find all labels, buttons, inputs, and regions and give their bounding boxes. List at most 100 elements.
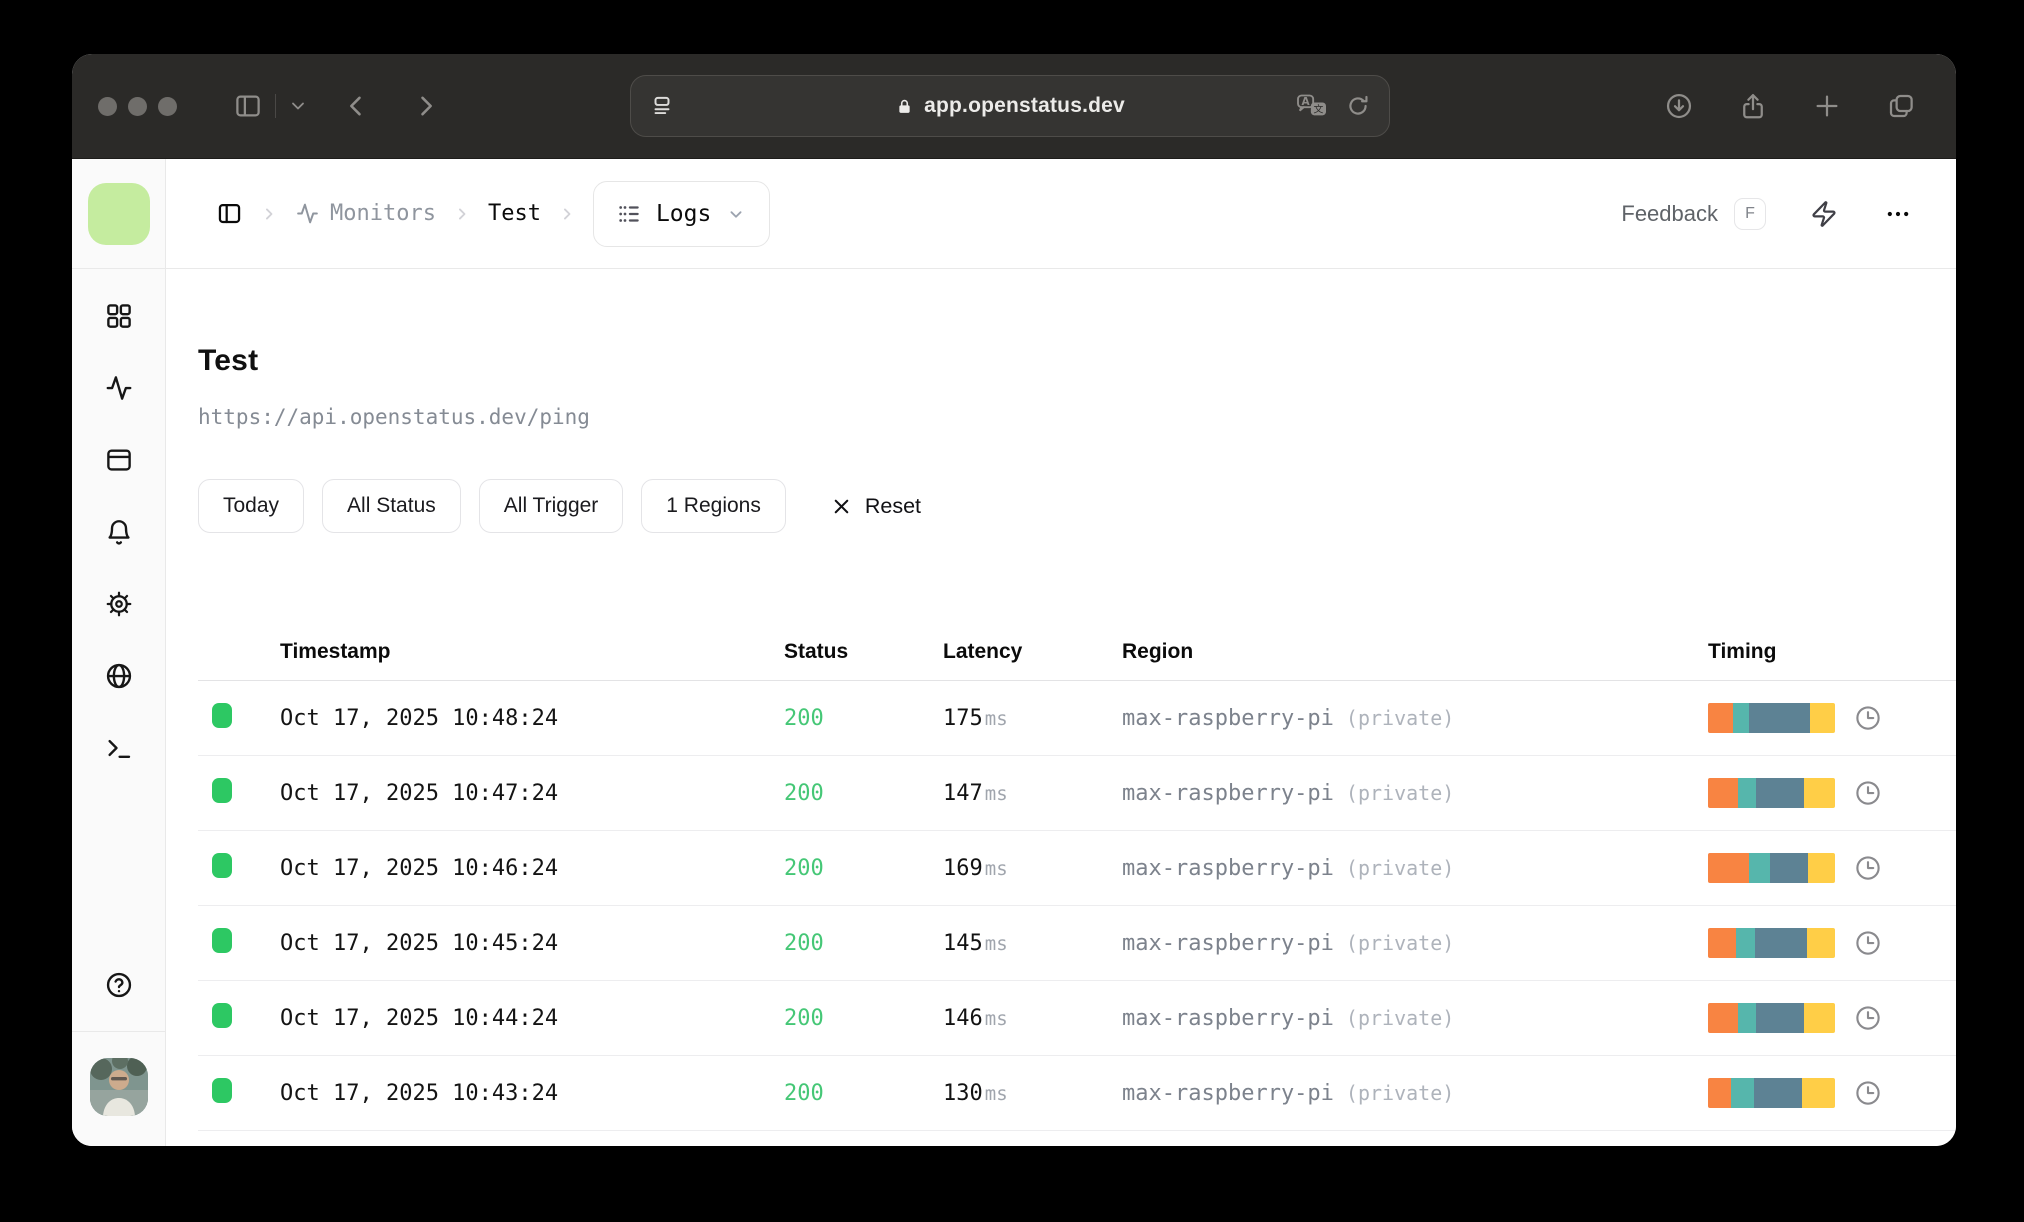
feedback-button[interactable]: Feedback F bbox=[1621, 197, 1766, 230]
col-status: Status bbox=[784, 640, 849, 663]
reload-icon[interactable] bbox=[1345, 93, 1371, 119]
traffic-lights bbox=[98, 96, 177, 116]
app-sidebar-toggle-icon[interactable] bbox=[216, 200, 243, 227]
grid-icon bbox=[106, 304, 131, 328]
sidebar-toggle-icon[interactable] bbox=[233, 91, 263, 121]
filter-button[interactable]: All Status bbox=[322, 479, 461, 533]
row-timestamp: Oct 17, 2025 10:45:24 bbox=[280, 930, 559, 956]
table-row[interactable]: Oct 17, 2025 10:46:24 200 169 ms max-rasp… bbox=[198, 831, 1956, 906]
clock-button[interactable] bbox=[1853, 853, 1883, 883]
sidebar-item-dashboard[interactable] bbox=[99, 296, 139, 336]
share-icon[interactable] bbox=[1738, 91, 1768, 121]
breadcrumb-test-label: Test bbox=[487, 201, 541, 226]
clock-button[interactable] bbox=[1853, 703, 1883, 733]
status-dot bbox=[212, 1003, 232, 1028]
row-status: 200 bbox=[784, 705, 824, 731]
table-row[interactable]: Oct 17, 2025 10:48:24 200 175 ms max-rasp… bbox=[198, 681, 1956, 756]
table-row[interactable]: Oct 17, 2025 10:45:24 200 145 ms max-rasp… bbox=[198, 906, 1956, 981]
ellipsis-icon bbox=[1887, 211, 1909, 216]
breadcrumb-monitors[interactable]: Monitors bbox=[295, 201, 436, 226]
status-dot bbox=[212, 853, 232, 878]
browser-toolbar: app.openstatus.dev A 文 bbox=[72, 54, 1956, 159]
tab-overview-icon[interactable] bbox=[1886, 91, 1916, 121]
sidebar-item-global[interactable] bbox=[99, 656, 139, 696]
row-latency: 146 bbox=[943, 1005, 983, 1031]
page-content: Test https://api.openstatus.dev/ping Tod… bbox=[166, 269, 1956, 1146]
activity-icon bbox=[297, 203, 318, 224]
row-status: 200 bbox=[784, 1080, 824, 1106]
back-icon[interactable] bbox=[342, 92, 370, 120]
download-icon[interactable] bbox=[1664, 91, 1694, 121]
row-latency: 145 bbox=[943, 930, 983, 956]
logs-page-select[interactable]: Logs bbox=[592, 180, 771, 247]
forward-icon[interactable] bbox=[412, 92, 440, 120]
col-timing: Timing bbox=[1708, 640, 1777, 663]
row-latency-unit: ms bbox=[984, 857, 1008, 880]
timing-bar bbox=[1708, 1078, 1835, 1108]
zoom-button[interactable] bbox=[158, 96, 177, 116]
minimize-button[interactable] bbox=[128, 96, 147, 116]
new-tab-icon[interactable] bbox=[1812, 91, 1842, 121]
row-latency: 147 bbox=[943, 780, 983, 806]
logs-label: Logs bbox=[655, 200, 712, 227]
timing-bar bbox=[1708, 853, 1835, 883]
clock-button[interactable] bbox=[1853, 778, 1883, 808]
row-status: 200 bbox=[784, 930, 824, 956]
row-region: max-raspberry-pi bbox=[1122, 1005, 1334, 1031]
clock-icon bbox=[1856, 856, 1880, 880]
row-timestamp: Oct 17, 2025 10:47:24 bbox=[280, 780, 559, 806]
terminal-icon bbox=[107, 739, 130, 758]
clock-button[interactable] bbox=[1853, 928, 1883, 958]
col-latency: Latency bbox=[943, 640, 1023, 663]
zap-button[interactable] bbox=[1810, 200, 1838, 228]
sidebar-item-notifications[interactable] bbox=[99, 512, 139, 552]
reset-label: Reset bbox=[864, 493, 922, 518]
filter-button[interactable]: All Trigger bbox=[478, 479, 624, 533]
timing-bar bbox=[1708, 778, 1835, 808]
lock-icon bbox=[899, 99, 910, 113]
bell-icon bbox=[107, 520, 130, 545]
table-row[interactable]: Oct 17, 2025 10:43:24 200 130 ms max-rasp… bbox=[198, 1056, 1956, 1131]
row-region: max-raspberry-pi bbox=[1122, 780, 1334, 806]
app-header: Monitors Test Logs Feedback F bbox=[166, 159, 1956, 269]
sidebar-item-settings[interactable] bbox=[99, 584, 139, 624]
close-button[interactable] bbox=[98, 96, 117, 116]
col-timestamp: Timestamp bbox=[280, 640, 391, 663]
clock-icon bbox=[1856, 706, 1880, 730]
filter-button[interactable]: 1 Regions bbox=[641, 479, 786, 533]
more-menu-button[interactable] bbox=[1884, 200, 1912, 228]
feedback-kbd-badge: F bbox=[1734, 197, 1766, 230]
filter-button[interactable]: Today bbox=[198, 479, 305, 533]
monitor-endpoint: https://api.openstatus.dev/ping bbox=[198, 405, 590, 429]
user-avatar[interactable] bbox=[89, 1058, 148, 1116]
page-title: Test bbox=[198, 344, 259, 377]
breadcrumb-test[interactable]: Test bbox=[488, 201, 541, 226]
timing-bar bbox=[1708, 703, 1835, 733]
address-bar[interactable]: app.openstatus.dev A 文 bbox=[630, 75, 1390, 137]
breadcrumb-monitors-label: Monitors bbox=[330, 201, 436, 226]
sidebar-item-monitors[interactable] bbox=[99, 368, 139, 408]
clock-button[interactable] bbox=[1853, 1003, 1883, 1033]
clock-button[interactable] bbox=[1853, 1078, 1883, 1108]
help-button[interactable] bbox=[99, 965, 139, 1005]
sidebar-item-status-pages[interactable] bbox=[99, 440, 139, 480]
user-photo bbox=[89, 1058, 148, 1116]
row-status: 200 bbox=[784, 1005, 824, 1031]
translate-icon[interactable]: A 文 bbox=[1295, 92, 1329, 120]
chevron-down-icon bbox=[730, 210, 742, 218]
reader-icon[interactable] bbox=[649, 93, 675, 119]
filter-bar: Today All Status All Trigger 1 Regions Rese… bbox=[198, 479, 1956, 533]
reset-filters-button[interactable]: Reset bbox=[824, 493, 927, 520]
sidebar-chevron-icon[interactable] bbox=[288, 96, 308, 116]
svg-text:文: 文 bbox=[1313, 102, 1323, 115]
sidebar-item-cli[interactable] bbox=[99, 728, 139, 768]
row-timestamp: Oct 17, 2025 10:44:24 bbox=[280, 1005, 559, 1031]
workspace-avatar[interactable] bbox=[87, 182, 150, 245]
app-sidebar bbox=[72, 159, 166, 1146]
table-row[interactable]: Oct 17, 2025 10:44:24 200 146 ms max-rasp… bbox=[198, 981, 1956, 1056]
sidebar-divider bbox=[72, 1031, 165, 1032]
table-row[interactable]: Oct 17, 2025 10:47:24 200 147 ms max-rasp… bbox=[198, 756, 1956, 831]
chevron-right-icon bbox=[259, 204, 279, 224]
breadcrumb: Monitors Test Logs bbox=[216, 180, 771, 247]
help-icon bbox=[106, 972, 131, 998]
